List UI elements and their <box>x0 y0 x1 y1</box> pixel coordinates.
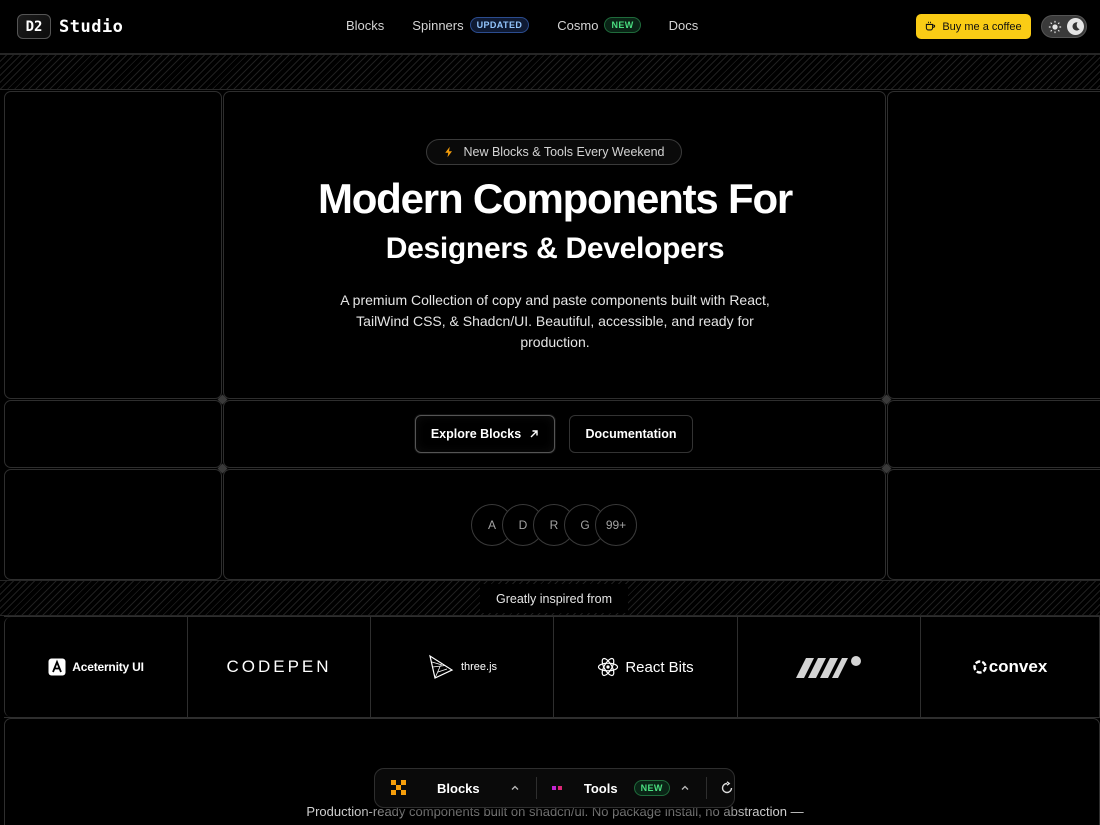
nav-cosmo-label: Cosmo <box>557 17 599 33</box>
site-header: D2 Studio Blocks Spinners UPDATED Cosmo … <box>0 0 1100 54</box>
brand-logo[interactable]: D2 Studio <box>17 14 123 39</box>
nav-spinners-label: Spinners <box>412 17 464 33</box>
buy-coffee-button[interactable]: Buy me a coffee <box>916 14 1031 39</box>
logo-brand-stripes[interactable] <box>738 617 921 717</box>
brand-name: Studio <box>59 16 124 37</box>
moon-icon <box>1067 18 1084 35</box>
documentation-label: Documentation <box>585 427 677 441</box>
logo-label: three.js <box>460 661 498 673</box>
explore-blocks-label: Explore Blocks <box>430 427 522 441</box>
logo-threejs[interactable]: three.js <box>371 617 554 717</box>
logo-codepen[interactable]: CODEPEN <box>188 617 371 717</box>
chevron-up-icon <box>681 785 689 790</box>
tools-icon <box>551 786 562 790</box>
nav-cosmo[interactable]: Cosmo NEW <box>557 17 641 33</box>
floating-dock: Blocks Tools NEW <box>374 768 735 808</box>
logo-mark: D2 <box>17 14 51 39</box>
nav-blocks-label: Blocks <box>346 17 385 33</box>
theme-toggle[interactable] <box>1041 15 1087 38</box>
logo-label: React Bits <box>625 658 694 676</box>
grid-cell <box>887 469 1100 580</box>
logo-aceternity[interactable]: Aceternity UI <box>4 617 188 717</box>
inspired-label: Greatly inspired from <box>480 584 628 613</box>
logo-label: convex <box>988 657 1048 676</box>
nav-spinners[interactable]: Spinners UPDATED <box>412 17 530 33</box>
main-nav: Blocks Spinners UPDATED Cosmo NEW Docs <box>346 17 698 33</box>
arrow-up-right-icon <box>530 430 538 438</box>
nav-docs-label: Docs <box>668 17 699 33</box>
logo-convex[interactable]: convex <box>921 617 1100 717</box>
new-badge: NEW <box>604 17 641 33</box>
announcement-pill[interactable]: New Blocks & Tools Every Weekend <box>426 139 682 165</box>
grid-cell <box>4 469 222 580</box>
explore-blocks-button[interactable]: Explore Blocks <box>415 415 555 453</box>
threejs-icon <box>429 654 454 679</box>
logo-label: Aceternity UI <box>72 660 144 674</box>
logo-mark-text: D2 <box>25 18 43 35</box>
lightning-icon <box>445 146 453 158</box>
nav-blocks[interactable]: Blocks <box>346 18 384 33</box>
hero-subtitle: Designers & Developers <box>385 232 725 265</box>
hero-title: Modern Components For <box>317 175 793 222</box>
documentation-button[interactable]: Documentation <box>569 415 693 453</box>
stripes-logo-icon <box>796 656 861 678</box>
dock-tools-label: Tools <box>583 780 618 796</box>
sun-icon <box>1048 20 1062 34</box>
new-badge: NEW <box>633 780 670 796</box>
convex-icon <box>973 660 987 674</box>
refresh-icon <box>721 781 733 794</box>
dock-blocks[interactable]: Blocks <box>375 780 520 796</box>
dock-refresh[interactable] <box>706 781 734 795</box>
hatch-divider-top <box>0 54 1100 90</box>
announcement-text: New Blocks & Tools Every Weekend <box>463 145 665 159</box>
inspiration-logos: Aceternity UI CODEPEN three.js React Bit… <box>4 616 1100 718</box>
logo-reactbits[interactable]: React Bits <box>554 617 738 717</box>
updated-badge: UPDATED <box>469 17 530 33</box>
dock-blocks-label: Blocks <box>437 780 480 796</box>
nav-docs[interactable]: Docs <box>669 18 699 33</box>
grid-cell <box>887 400 1100 468</box>
coffee-cup-icon <box>926 21 936 31</box>
dock-tools[interactable]: Tools NEW <box>536 780 690 796</box>
avatar-group: A D R G 99+ <box>471 504 637 546</box>
aceternity-icon <box>48 658 66 676</box>
logo-label: CODEPEN <box>226 657 332 676</box>
chevron-up-icon <box>511 785 519 790</box>
buy-coffee-label: Buy me a coffee <box>942 20 1022 33</box>
blocks-grid-icon <box>391 780 406 795</box>
react-atom-icon <box>598 657 619 677</box>
avatar-count[interactable]: 99+ <box>595 504 637 546</box>
grid-cell <box>4 400 222 468</box>
hero-description: A premium Collection of copy and paste c… <box>340 292 770 350</box>
